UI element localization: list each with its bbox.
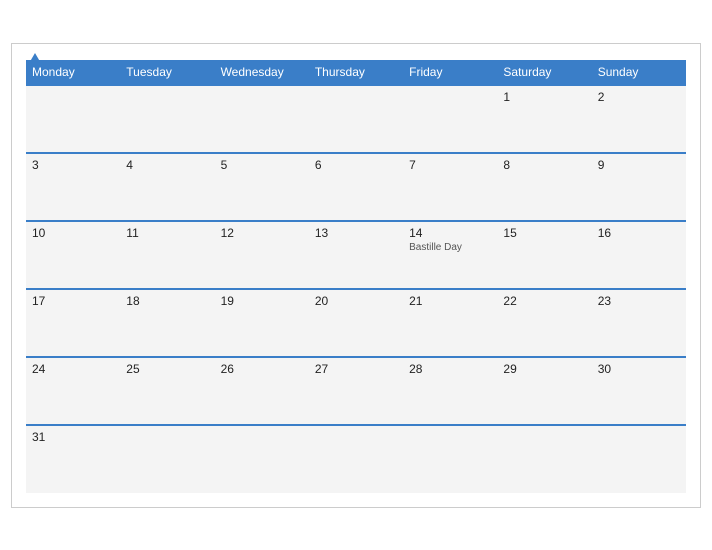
week-row-2: 3456789 (26, 153, 686, 221)
day-cell (403, 425, 497, 493)
week-row-4: 17 18 19 20 21 22 23 (26, 289, 686, 357)
day-cell: 28 (403, 357, 497, 425)
day-number: 15 (503, 226, 585, 240)
day-number: 7 (409, 158, 491, 172)
day-number: 2 (598, 90, 680, 104)
col-header-wednesday: Wednesday (215, 60, 309, 85)
day-number: 3 (32, 158, 114, 172)
day-cell: 6 (309, 153, 403, 221)
day-cell: 23 (592, 289, 686, 357)
day-number: 8 (503, 158, 585, 172)
day-number: 27 (315, 362, 397, 376)
day-cell: 15 (497, 221, 591, 289)
day-event: Bastille Day (409, 242, 491, 253)
logo-triangle-icon (28, 53, 42, 65)
week-row-5: 24 25 26 27 28 29 30 (26, 357, 686, 425)
day-cell: 9 (592, 153, 686, 221)
day-number: 28 (409, 362, 491, 376)
day-cell: 25 (120, 357, 214, 425)
day-cell: 26 (215, 357, 309, 425)
day-cell: 5 (215, 153, 309, 221)
day-number: 23 (598, 294, 680, 308)
day-cell: 18 (120, 289, 214, 357)
day-cell: 29 (497, 357, 591, 425)
week-row-6: 31 (26, 425, 686, 493)
day-cell: 13 (309, 221, 403, 289)
day-number: 22 (503, 294, 585, 308)
col-header-saturday: Saturday (497, 60, 591, 85)
day-cell (26, 85, 120, 153)
day-cell: 27 (309, 357, 403, 425)
day-cell (497, 425, 591, 493)
day-cell: 8 (497, 153, 591, 221)
calendar-table: MondayTuesdayWednesdayThursdayFridaySatu… (26, 60, 686, 493)
day-cell (120, 85, 214, 153)
weekday-header-row: MondayTuesdayWednesdayThursdayFridaySatu… (26, 60, 686, 85)
day-cell (215, 425, 309, 493)
col-header-sunday: Sunday (592, 60, 686, 85)
logo (26, 54, 42, 66)
day-cell: 16 (592, 221, 686, 289)
day-cell: 7 (403, 153, 497, 221)
col-header-friday: Friday (403, 60, 497, 85)
day-cell: 20 (309, 289, 403, 357)
day-number: 1 (503, 90, 585, 104)
day-number: 4 (126, 158, 208, 172)
day-cell: 14 Bastille Day (403, 221, 497, 289)
day-number: 30 (598, 362, 680, 376)
day-cell (309, 425, 403, 493)
day-number: 14 (409, 226, 491, 240)
day-cell: 12 (215, 221, 309, 289)
day-cell: 22 (497, 289, 591, 357)
day-cell: 1 (497, 85, 591, 153)
day-cell: 30 (592, 357, 686, 425)
day-number: 20 (315, 294, 397, 308)
day-cell: 24 (26, 357, 120, 425)
day-cell: 10 (26, 221, 120, 289)
day-cell (120, 425, 214, 493)
day-cell (215, 85, 309, 153)
day-number: 21 (409, 294, 491, 308)
day-number: 18 (126, 294, 208, 308)
day-number: 13 (315, 226, 397, 240)
day-cell: 31 (26, 425, 120, 493)
day-cell: 19 (215, 289, 309, 357)
day-number: 12 (221, 226, 303, 240)
day-number: 9 (598, 158, 680, 172)
calendar: MondayTuesdayWednesdayThursdayFridaySatu… (11, 43, 701, 508)
day-cell (309, 85, 403, 153)
week-row-3: 10 11 12 13 14 Bastille Day 15 16 (26, 221, 686, 289)
day-number: 10 (32, 226, 114, 240)
day-cell (403, 85, 497, 153)
day-cell (592, 425, 686, 493)
day-number: 11 (126, 226, 208, 240)
day-number: 24 (32, 362, 114, 376)
col-header-thursday: Thursday (309, 60, 403, 85)
week-row-1: 12 (26, 85, 686, 153)
day-cell: 21 (403, 289, 497, 357)
day-number: 29 (503, 362, 585, 376)
day-number: 26 (221, 362, 303, 376)
day-number: 17 (32, 294, 114, 308)
day-number: 16 (598, 226, 680, 240)
day-cell: 11 (120, 221, 214, 289)
day-cell: 3 (26, 153, 120, 221)
day-number: 19 (221, 294, 303, 308)
day-cell: 17 (26, 289, 120, 357)
col-header-tuesday: Tuesday (120, 60, 214, 85)
day-number: 31 (32, 430, 114, 444)
day-number: 5 (221, 158, 303, 172)
day-number: 25 (126, 362, 208, 376)
day-cell: 4 (120, 153, 214, 221)
day-number: 6 (315, 158, 397, 172)
day-cell: 2 (592, 85, 686, 153)
